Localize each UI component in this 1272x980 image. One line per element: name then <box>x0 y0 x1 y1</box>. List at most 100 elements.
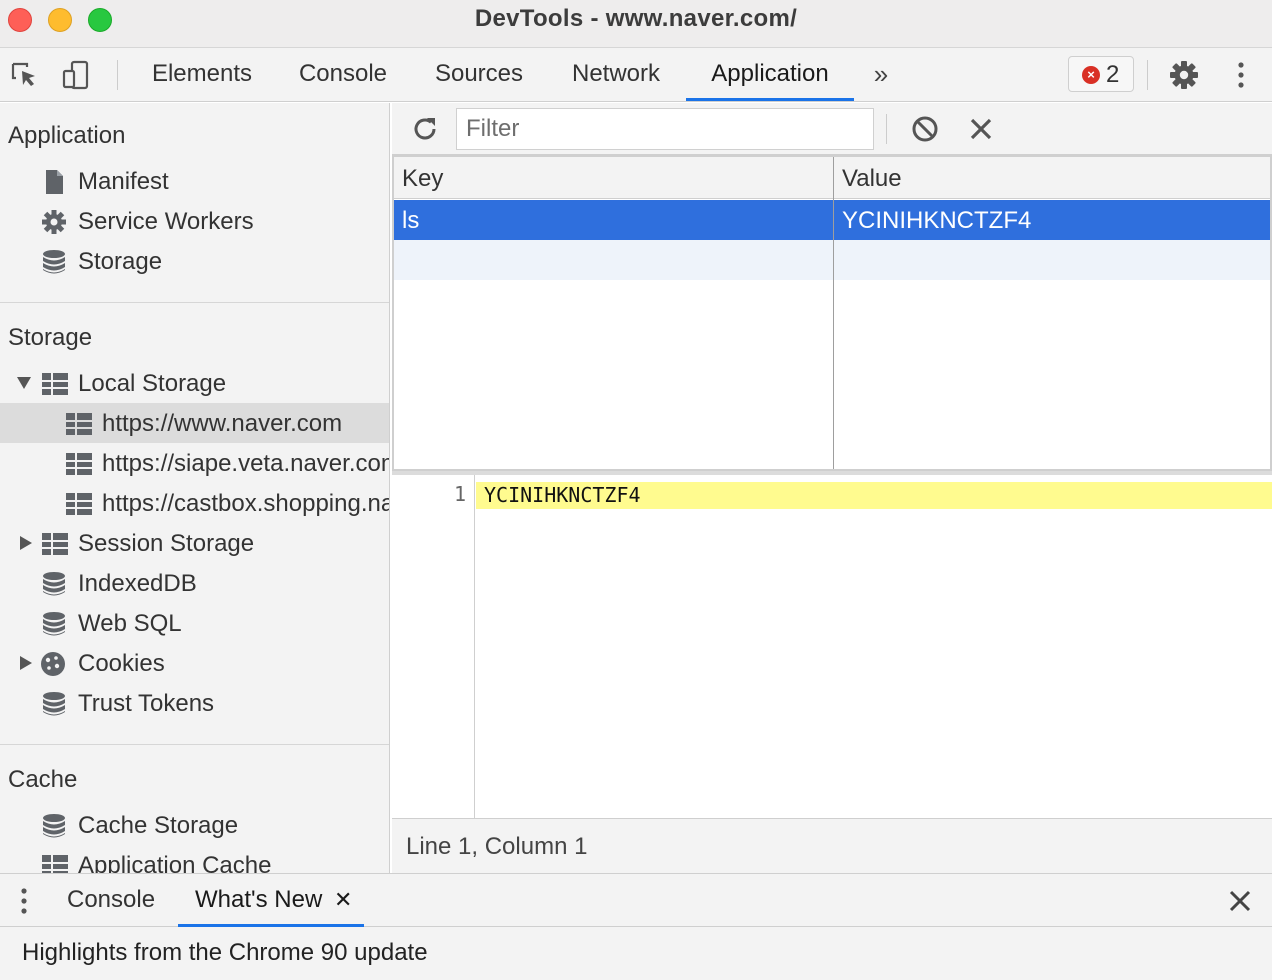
window-titlebar: DevTools - www.naver.com/ <box>0 0 1272 48</box>
more-tabs-icon[interactable]: » <box>866 60 896 90</box>
sidebar-item-storage[interactable]: Storage <box>0 241 389 281</box>
storage-toolbar <box>392 103 1272 155</box>
filter-input[interactable] <box>456 108 874 150</box>
sidebar-item-label: Cache Storage <box>78 812 239 839</box>
sidebar-item-web-sql[interactable]: Web SQL <box>0 603 389 643</box>
sidebar-item-cache-storage[interactable]: Cache Storage <box>0 805 389 845</box>
column-divider[interactable] <box>833 157 834 469</box>
table-icon <box>66 453 92 475</box>
section-divider <box>0 744 389 745</box>
status-bar: Line 1, Column 1 <box>392 818 1272 873</box>
sidebar-item-label: Service Workers <box>78 208 254 235</box>
settings-gear-icon[interactable] <box>1168 60 1200 90</box>
sidebar-item-label: Web SQL <box>78 610 182 637</box>
device-toolbar-icon[interactable] <box>60 60 92 90</box>
storage-table: Key Value ls YCINIHKNCTZF4 <box>392 155 1272 471</box>
database-icon <box>43 692 65 716</box>
inspect-element-icon[interactable] <box>10 60 42 90</box>
clear-all-icon[interactable] <box>910 114 940 144</box>
sidebar-item-label: IndexedDB <box>78 570 197 597</box>
gear-icon <box>42 210 66 234</box>
column-header-value[interactable]: Value <box>842 165 902 193</box>
sidebar-item-trust-tokens[interactable]: Trust Tokens <box>0 683 389 723</box>
sidebar-item-label: Local Storage <box>78 370 227 397</box>
drawer-menu-icon[interactable] <box>14 886 34 916</box>
sidebar-item-label: Cookies <box>78 650 165 677</box>
error-count-badge[interactable]: × 2 <box>1068 56 1134 92</box>
database-icon <box>43 572 65 596</box>
sidebar-item-service-workers[interactable]: Service Workers <box>0 201 389 241</box>
tab-sources[interactable]: Sources <box>424 48 534 101</box>
cursor-position: Line 1, Column 1 <box>406 833 588 860</box>
code-text: YCINIHKNCTZF4 <box>484 483 641 507</box>
column-header-key[interactable]: Key <box>402 165 443 193</box>
table-icon <box>66 413 92 435</box>
refresh-icon[interactable] <box>410 114 440 144</box>
sidebar-item-label: Trust Tokens <box>78 690 215 717</box>
table-icon <box>42 533 68 555</box>
database-icon <box>43 814 65 838</box>
delete-selected-icon[interactable] <box>966 114 996 144</box>
section-title-application: Application <box>8 122 126 149</box>
table-row[interactable]: ls YCINIHKNCTZF4 <box>394 200 1270 240</box>
sidebar-item-label: Manifest <box>78 168 169 195</box>
sidebar-item-origin-naver[interactable]: https://www.naver.com <box>0 403 389 443</box>
cookie-icon <box>41 652 65 676</box>
close-tab-icon[interactable]: ✕ <box>334 874 352 926</box>
sidebar-item-indexeddb[interactable]: IndexedDB <box>0 563 389 603</box>
expand-arrow-icon[interactable] <box>17 377 31 389</box>
window-title: DevTools - www.naver.com/ <box>474 5 798 32</box>
tab-console[interactable]: Console <box>288 48 398 101</box>
cell-key: ls <box>402 207 420 234</box>
sidebar-item-label: https://castbox.shopping.naver.com <box>102 490 389 517</box>
application-sidebar: Application Manifest Service Workers Sto… <box>0 103 390 873</box>
error-count: 2 <box>1106 61 1120 88</box>
table-icon <box>42 373 68 395</box>
cell-value: YCINIHKNCTZF4 <box>842 207 1032 234</box>
toolbar-separator <box>886 114 887 144</box>
sidebar-item-label: Application Cache <box>78 852 272 873</box>
sidebar-item-session-storage[interactable]: Session Storage <box>0 523 389 563</box>
expand-arrow-icon[interactable] <box>20 536 32 550</box>
sidebar-item-cookies[interactable]: Cookies <box>0 643 389 683</box>
sidebar-item-origin-castbox[interactable]: https://castbox.shopping.naver.com <box>0 483 389 523</box>
line-number: 1 <box>453 482 466 506</box>
drawer-content: Highlights from the Chrome 90 update <box>0 927 1272 980</box>
table-header: Key Value <box>394 157 1270 199</box>
tab-application[interactable]: Application <box>686 48 854 101</box>
sidebar-item-label: Storage <box>78 248 163 275</box>
value-preview: 1 YCINIHKNCTZF4 <box>392 475 1272 818</box>
sidebar-item-label: https://www.naver.com <box>102 410 343 437</box>
close-drawer-icon[interactable] <box>1228 889 1252 913</box>
drawer-tab-console[interactable]: Console <box>67 874 155 927</box>
toolbar-separator <box>117 60 118 90</box>
database-icon <box>43 612 65 636</box>
sidebar-item-origin-siape[interactable]: https://siape.veta.naver.com <box>0 443 390 483</box>
tab-elements[interactable]: Elements <box>140 48 264 101</box>
drawer-tab-label: What's New <box>195 886 323 913</box>
code-line[interactable]: YCINIHKNCTZF4 <box>476 482 1272 509</box>
section-title-cache: Cache <box>8 766 78 793</box>
table-icon <box>66 493 92 515</box>
line-gutter: 1 <box>392 475 475 818</box>
main-toolbar: Elements Console Sources Network Applica… <box>0 48 1272 102</box>
document-icon <box>46 170 63 194</box>
error-icon: × <box>1082 66 1100 84</box>
section-divider <box>0 302 389 303</box>
tab-network[interactable]: Network <box>560 48 672 101</box>
whats-new-headline: Highlights from the Chrome 90 update <box>22 939 428 966</box>
sidebar-item-application-cache[interactable]: Application Cache <box>0 845 389 873</box>
sidebar-item-label: Session Storage <box>78 530 255 557</box>
drawer-tabbar: Console What's New ✕ <box>0 873 1272 927</box>
drawer-tab-whats-new[interactable]: What's New ✕ <box>178 874 364 927</box>
sidebar-item-manifest[interactable]: Manifest <box>0 161 389 201</box>
database-icon <box>43 250 65 274</box>
expand-arrow-icon[interactable] <box>20 656 32 670</box>
sidebar-item-local-storage[interactable]: Local Storage <box>0 363 389 403</box>
table-row-empty[interactable] <box>394 240 1270 280</box>
table-icon <box>42 855 68 873</box>
toolbar-separator <box>1147 60 1148 90</box>
kebab-menu-icon[interactable] <box>1226 60 1256 90</box>
sidebar-item-label: https://siape.veta.naver.com <box>102 450 390 477</box>
section-title-storage: Storage <box>8 324 93 351</box>
